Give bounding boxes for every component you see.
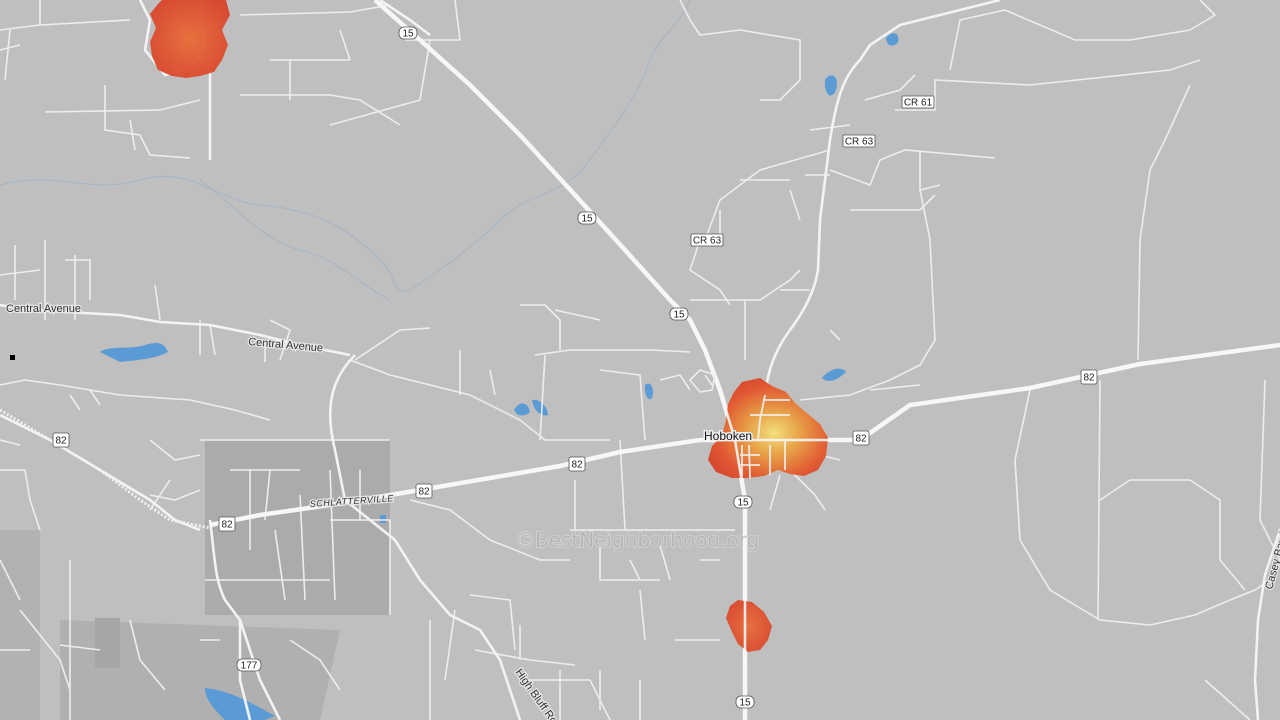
shield-15-c: 15 <box>669 307 689 321</box>
road-label-casey-bay-road: Casey Bay R <box>1263 526 1280 591</box>
shield-cr63-a: CR 63 <box>842 134 876 148</box>
svg-text:15: 15 <box>737 498 749 509</box>
map-canvas[interactable]: 15 15 15 15 15 82 82 82 82 82 82 CR 61 C… <box>0 0 1280 720</box>
shield-15-a: 15 <box>398 26 418 40</box>
shield-us82-a: 82 <box>52 432 70 448</box>
svg-text:82: 82 <box>221 520 233 531</box>
heat-blob-hoboken <box>708 378 828 478</box>
svg-text:82: 82 <box>1083 373 1095 384</box>
shield-us82-e: 82 <box>852 430 870 446</box>
town-label-hoboken: Hoboken <box>704 429 752 443</box>
svg-text:15: 15 <box>739 698 751 709</box>
svg-text:82: 82 <box>855 434 867 445</box>
watermark: ©BestNeighborhood.org <box>515 528 759 552</box>
shield-us82-d: 82 <box>568 456 586 472</box>
shield-us82-f: 82 <box>1080 369 1098 385</box>
svg-text:CR 63: CR 63 <box>693 236 722 247</box>
shield-us82-b: 82 <box>218 516 236 532</box>
svg-text:15: 15 <box>402 29 414 40</box>
svg-text:15: 15 <box>581 214 593 225</box>
svg-text:82: 82 <box>55 436 67 447</box>
shield-us82-c: 82 <box>415 483 433 499</box>
minor-roads <box>0 0 1280 720</box>
shield-cr61: CR 61 <box>901 95 935 109</box>
svg-text:CR 63: CR 63 <box>845 137 874 148</box>
map-svg[interactable]: 15 15 15 15 15 82 82 82 82 82 82 CR 61 C… <box>0 0 1280 720</box>
shield-15-d: 15 <box>733 495 753 509</box>
shield-15-e: 15 <box>735 695 755 709</box>
svg-text:CR 61: CR 61 <box>904 98 933 109</box>
heat-blob-south <box>726 600 772 652</box>
road-label-high-bluff-road: High Bluff Roa <box>513 667 564 720</box>
svg-text:82: 82 <box>571 460 583 471</box>
svg-text:82: 82 <box>418 487 430 498</box>
road-label-central-avenue-east: Central Avenue <box>248 336 324 354</box>
shield-15-b: 15 <box>577 211 597 225</box>
svg-text:177: 177 <box>241 661 258 672</box>
road-label-central-avenue-west: Central Avenue <box>6 303 81 315</box>
svg-text:15: 15 <box>673 310 685 321</box>
heat-blob-northwest <box>150 0 230 78</box>
shield-177: 177 <box>236 658 262 672</box>
shield-cr63-b: CR 63 <box>690 233 724 247</box>
